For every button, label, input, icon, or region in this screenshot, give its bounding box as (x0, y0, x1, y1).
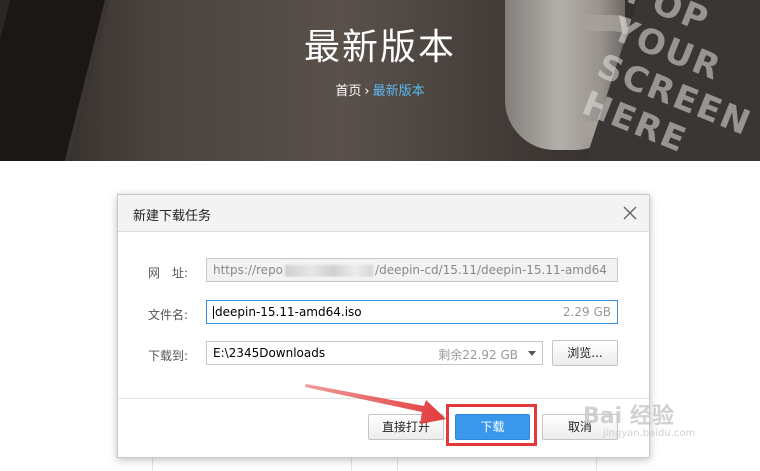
download-highlight-box (446, 404, 537, 446)
page-card (397, 456, 597, 471)
new-download-dialog: 新建下载任务 网 址: https://repo/deepin-cd/15.11… (117, 194, 650, 458)
baidu-watermark: Bai 经验 (583, 404, 674, 429)
hero-banner: POP YOUR SCREEN HERE 最新版本 首页 › 最新版本 (0, 0, 760, 161)
breadcrumb-current: 最新版本 (372, 84, 425, 99)
url-value-suffix: /deepin-cd/15.11/deepin-15.11-amd64 (375, 263, 607, 277)
free-space-text: 剩余22.92 GB (438, 348, 518, 362)
url-label: 网 址: (147, 266, 188, 280)
dialog-header: 新建下载任务 (118, 195, 649, 232)
breadcrumb: 首页 › 最新版本 (0, 80, 760, 99)
close-icon (623, 206, 637, 220)
text-caret (213, 306, 214, 319)
page-title: 最新版本 (303, 27, 456, 68)
close-button[interactable] (620, 203, 640, 223)
breadcrumb-home-link[interactable]: 首页 (335, 84, 361, 99)
filename-label: 文件名: (147, 308, 188, 322)
save-path-value: E:\2345Downloads (213, 346, 326, 360)
save-to-label: 下载到: (147, 349, 188, 363)
browse-button[interactable]: 浏览... (552, 340, 618, 366)
open-directly-button[interactable]: 直接打开 (368, 414, 444, 440)
url-value-prefix: https://repo (213, 263, 284, 277)
breadcrumb-separator: › (364, 84, 370, 99)
filename-value: deepin-15.11-amd64.iso (215, 305, 362, 319)
baidu-watermark-url: jingyan.baidu.com (603, 428, 696, 439)
url-redacted-segment (285, 264, 374, 277)
save-path-select[interactable]: E:\2345Downloads 剩余22.92 GB (206, 341, 543, 365)
file-size: 2.29 GB (562, 305, 611, 319)
dialog-divider (118, 398, 649, 399)
url-field: https://repo/deepin-cd/15.11/deepin-15.1… (206, 258, 618, 282)
page-card (152, 456, 352, 471)
chevron-down-icon[interactable] (528, 351, 536, 356)
dialog-title: 新建下载任务 (133, 209, 212, 224)
filename-input[interactable]: deepin-15.11-amd64.iso 2.29 GB (206, 300, 618, 324)
